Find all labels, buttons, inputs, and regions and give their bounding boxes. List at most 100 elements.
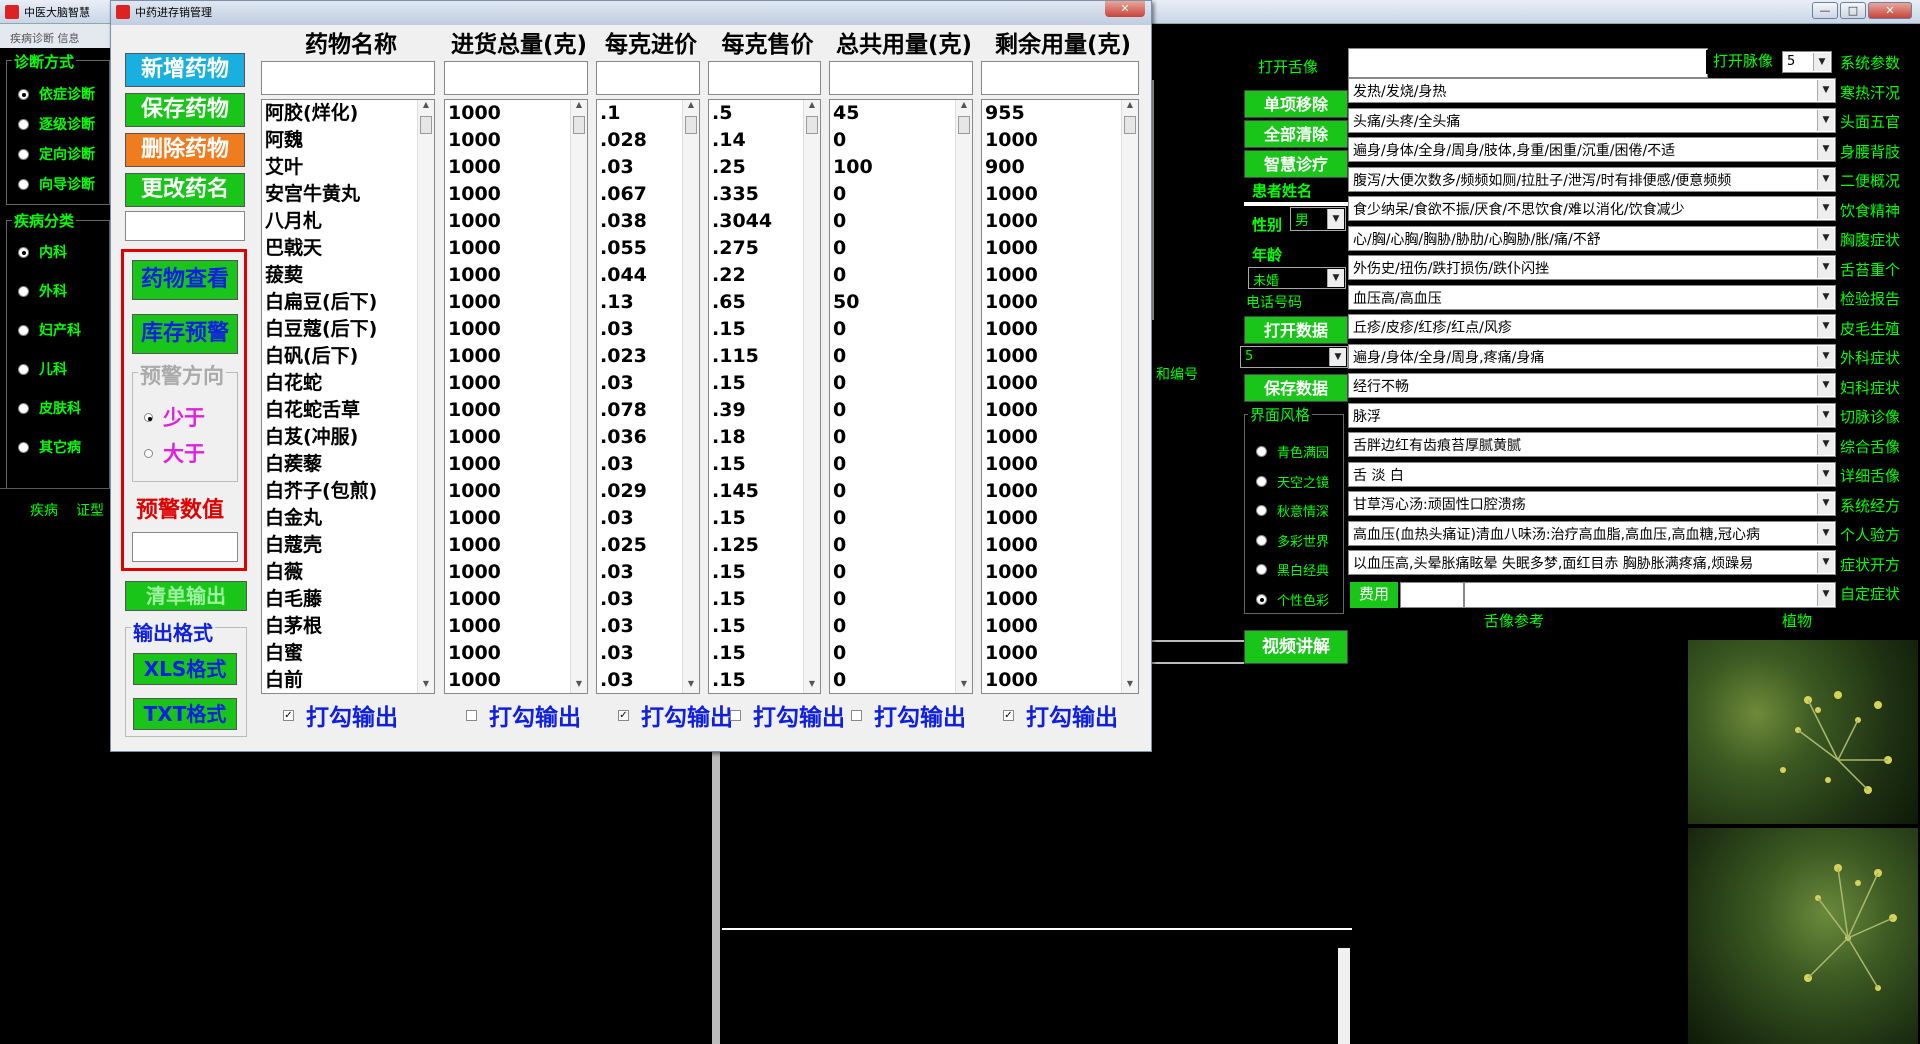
list-item[interactable]: 巴戟天 xyxy=(262,235,434,262)
export-checkbox[interactable]: 打勾输出 xyxy=(851,698,966,732)
side-menu-item[interactable]: 皮毛生殖 xyxy=(1840,318,1900,339)
list-item[interactable]: 1000 xyxy=(445,397,587,424)
scroll-up-icon[interactable]: ▲ xyxy=(804,100,820,114)
diag-option[interactable]: 向导诊断 xyxy=(18,174,95,194)
minimize-button[interactable]: — xyxy=(1812,2,1838,19)
open-data-button[interactable]: 打开数据 xyxy=(1244,316,1348,344)
vertical-scrollbar[interactable] xyxy=(1338,948,1350,1044)
list-item[interactable]: 50 xyxy=(830,289,972,316)
side-menu-item[interactable]: 寒热汗况 xyxy=(1840,82,1900,103)
scroll-thumb[interactable] xyxy=(1124,116,1136,134)
open-tongue-button[interactable]: 打开舌像 xyxy=(1258,56,1318,77)
list-item[interactable]: 0 xyxy=(830,640,972,667)
side-menu-item[interactable]: 头面五官 xyxy=(1840,111,1900,132)
smart-diag-button[interactable]: 智慧诊疗 xyxy=(1244,150,1348,178)
symptom-select[interactable]: 舌胖边红有齿痕苔厚腻黄腻 ▼ xyxy=(1348,432,1836,457)
tab-disease[interactable]: 疾病 xyxy=(30,500,58,520)
side-menu-item[interactable]: 舌苔重个 xyxy=(1840,259,1900,280)
list-item[interactable]: 阿魏 xyxy=(262,127,434,154)
list-item[interactable]: 1000 xyxy=(982,370,1138,397)
theme-option[interactable]: 秋意情深 xyxy=(1256,501,1329,520)
list-item[interactable]: 1000 xyxy=(445,613,587,640)
list-item[interactable]: 1000 xyxy=(445,532,587,559)
scroll-up-icon[interactable]: ▲ xyxy=(956,100,972,114)
tab-syndrome[interactable]: 证型 xyxy=(76,500,104,520)
list-item[interactable]: 0 xyxy=(830,667,972,693)
scroll-thumb[interactable] xyxy=(573,116,585,134)
scroll-down-icon[interactable]: ▼ xyxy=(804,679,820,693)
diag-option[interactable]: 逐级诊断 xyxy=(18,114,95,134)
list-item[interactable]: 白蒺藜 xyxy=(262,451,434,478)
column-list[interactable]: 阿胶(烊化) 阿魏 艾叶 安宫牛黄丸 八月札 巴戟天 菝葜 白扁豆(后下) 白豆蔻(后下) 白矾(… xyxy=(261,99,435,694)
column-list[interactable]: 1000 1000 1000 1000 1000 1000 1000 1000 1000 1000… xyxy=(444,99,588,694)
scroll-thumb[interactable] xyxy=(958,116,970,134)
list-item[interactable]: 1000 xyxy=(445,478,587,505)
vertical-scrollbar[interactable]: ▲ ▼ xyxy=(570,100,587,693)
list-item[interactable]: 1000 xyxy=(982,235,1138,262)
list-item[interactable]: 1000 xyxy=(982,424,1138,451)
list-item[interactable]: 1000 xyxy=(982,397,1138,424)
symptom-select[interactable]: 以血压高,头晕胀痛眩晕 失眠多梦,面红目赤 胸胁胀满疼痛,烦躁易 ▼ xyxy=(1348,550,1836,575)
scroll-down-icon[interactable]: ▼ xyxy=(683,679,699,693)
side-menu-item[interactable]: 个人验方 xyxy=(1840,524,1900,545)
list-item[interactable]: 1000 xyxy=(445,289,587,316)
list-item[interactable]: 1000 xyxy=(982,316,1138,343)
side-menu-item[interactable]: 系统参数 xyxy=(1840,52,1900,73)
side-menu-item[interactable]: 综合舌像 xyxy=(1840,436,1900,457)
list-item[interactable]: 安宫牛黄丸 xyxy=(262,181,434,208)
diag-option[interactable]: 依症诊断 xyxy=(18,84,95,104)
list-item[interactable]: 1000 xyxy=(445,235,587,262)
list-item[interactable]: 1000 xyxy=(445,316,587,343)
side-menu-item[interactable]: 检验报告 xyxy=(1840,288,1900,309)
symptom-select[interactable]: 脉浮 ▼ xyxy=(1348,402,1836,428)
scroll-up-icon[interactable]: ▲ xyxy=(1122,100,1138,114)
list-item[interactable]: 45 xyxy=(830,100,972,127)
theme-option[interactable]: 天空之镜 xyxy=(1256,472,1329,491)
list-item[interactable]: 1000 xyxy=(445,262,587,289)
scroll-up-icon[interactable]: ▲ xyxy=(683,100,699,114)
column-filter-input[interactable] xyxy=(708,61,821,95)
export-checkbox[interactable]: 打勾输出 xyxy=(466,698,581,732)
list-item[interactable]: 白花蛇舌草 xyxy=(262,397,434,424)
export-checkbox[interactable]: ✓ 打勾输出 xyxy=(1003,698,1118,732)
list-item[interactable]: 1000 xyxy=(445,181,587,208)
list-item[interactable]: 955 xyxy=(982,100,1138,127)
list-item[interactable]: 菝葜 xyxy=(262,262,434,289)
record-select[interactable]: 5 ▼ xyxy=(1240,346,1348,368)
list-item[interactable]: 0 xyxy=(830,397,972,424)
side-menu-item[interactable]: 详细舌像 xyxy=(1840,465,1900,486)
column-filter-input[interactable] xyxy=(829,61,973,95)
list-item[interactable]: 0 xyxy=(830,127,972,154)
symptom-select[interactable]: 舌 淡 白 ▼ xyxy=(1348,461,1836,487)
scroll-thumb[interactable] xyxy=(685,116,697,134)
disease-option[interactable]: 其它病 xyxy=(18,437,81,457)
list-item[interactable]: 白毛藤 xyxy=(262,586,434,613)
list-item[interactable]: 0 xyxy=(830,316,972,343)
theme-option[interactable]: 个性色彩 xyxy=(1256,590,1329,609)
side-menu-item[interactable]: 身腰背肢 xyxy=(1840,141,1900,162)
symptom-select[interactable]: 血压高/高血压 ▼ xyxy=(1348,284,1836,310)
list-item[interactable]: 1000 xyxy=(982,640,1138,667)
list-item[interactable]: 1000 xyxy=(445,424,587,451)
disease-option[interactable]: 外科 xyxy=(18,281,67,301)
vertical-scrollbar[interactable]: ▲ ▼ xyxy=(417,100,434,693)
list-item[interactable]: 白芥子(包煎) xyxy=(262,478,434,505)
list-item[interactable]: 0 xyxy=(830,532,972,559)
list-item[interactable]: 白前 xyxy=(262,667,434,693)
splitter[interactable] xyxy=(712,752,720,1044)
list-item[interactable]: 1000 xyxy=(445,640,587,667)
list-item[interactable]: 0 xyxy=(830,478,972,505)
side-menu-item[interactable]: 外科症状 xyxy=(1840,347,1900,368)
single-remove-button[interactable]: 单项移除 xyxy=(1244,90,1348,118)
fee-input[interactable] xyxy=(1400,582,1464,608)
column-list[interactable]: .1.028.03.067.038.055.044.13.03.023.03.0… xyxy=(596,99,700,694)
list-item[interactable]: 0 xyxy=(830,370,972,397)
save-data-button[interactable]: 保存数据 xyxy=(1244,374,1348,402)
list-item[interactable]: 1000 xyxy=(982,667,1138,693)
vertical-scrollbar[interactable]: ▲ ▼ xyxy=(682,100,699,693)
main-menu[interactable]: 疾病诊断 信息 xyxy=(0,24,120,48)
disease-option[interactable]: 内科 xyxy=(18,242,67,262)
list-item[interactable]: 1000 xyxy=(445,586,587,613)
list-item[interactable]: 0 xyxy=(830,262,972,289)
disease-option[interactable]: 皮肤科 xyxy=(18,398,81,418)
